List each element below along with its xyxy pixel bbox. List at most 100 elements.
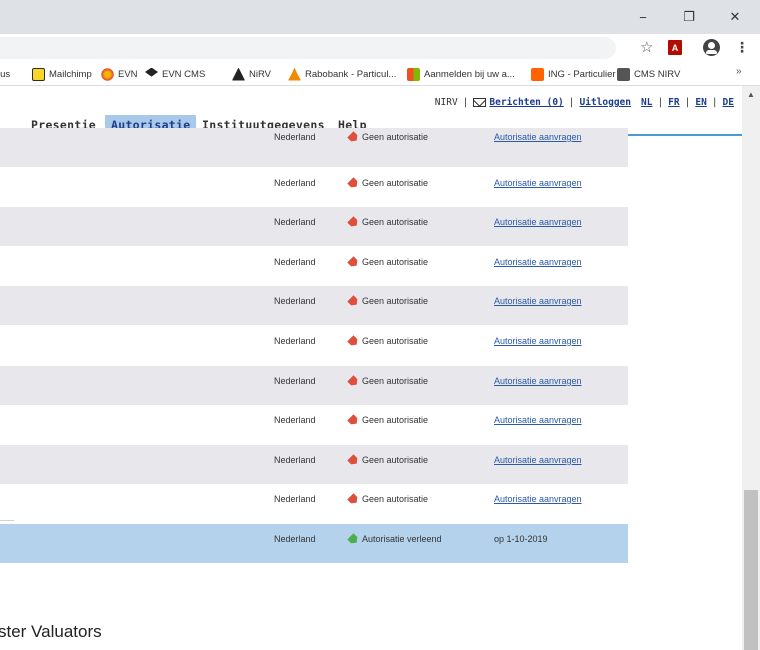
address-bar[interactable] <box>0 37 616 59</box>
top-links: NIRV | Berichten (0) | Uitloggen NL | FR… <box>434 97 734 108</box>
messages-link[interactable]: Berichten (0) <box>489 97 563 108</box>
bookmark-label: Aanmelden bij uw a... <box>424 68 515 80</box>
tag-icon <box>347 295 360 308</box>
pdf-extension-icon[interactable]: A <box>668 40 682 55</box>
status-cell: Geen autorisatie <box>349 257 428 267</box>
status-label: Geen autorisatie <box>362 376 429 386</box>
browser-menu-icon[interactable]: ⋮ <box>735 39 749 55</box>
bookmark-item[interactable]: Rabobank - Particul... <box>288 66 396 82</box>
tag-icon <box>347 256 360 269</box>
scroll-up-arrow-icon[interactable]: ▲ <box>742 86 760 102</box>
tag-icon <box>347 131 360 144</box>
footer-heading: ster Valuators <box>0 622 102 641</box>
status-cell: Autorisatie verleend <box>349 534 442 544</box>
table-row[interactable]: Nederland Geen autorisatie Autorisatie aan… <box>0 326 628 365</box>
account-icon[interactable] <box>703 39 720 56</box>
status-label: Geen autorisatie <box>362 257 429 267</box>
bookmark-item[interactable]: EVN CMS <box>145 66 205 82</box>
request-authorization-link[interactable]: Autorisatie aanvragen <box>494 494 582 504</box>
close-button[interactable]: ✕ <box>712 0 758 34</box>
envelope-icon <box>473 98 487 107</box>
tag-icon <box>347 375 360 388</box>
tag-icon <box>347 454 360 467</box>
table-row[interactable]: Nederland Geen autorisatie Autorisatie aan… <box>0 405 628 444</box>
status-cell: Geen autorisatie <box>349 132 428 142</box>
tag-icon <box>347 177 360 190</box>
request-authorization-link[interactable]: Autorisatie aanvragen <box>494 217 582 227</box>
status-label: Autorisatie verleend <box>362 534 442 544</box>
tag-icon <box>347 216 360 229</box>
bookmark-label: ING - Particulier <box>548 68 616 80</box>
status-cell: Geen autorisatie <box>349 296 428 306</box>
logout-link[interactable]: Uitloggen <box>580 97 631 108</box>
vertical-scrollbar[interactable]: ▲ <box>742 86 760 650</box>
request-authorization-link[interactable]: Autorisatie aanvragen <box>494 415 582 425</box>
page-content: NIRV | Berichten (0) | Uitloggen NL | FR… <box>0 86 742 650</box>
request-authorization-link[interactable]: Autorisatie aanvragen <box>494 336 582 346</box>
minimize-button[interactable]: − <box>620 0 666 34</box>
country-cell: Nederland <box>274 257 316 267</box>
table-row[interactable]: Nederland Autorisatie verleend op 1-10-201… <box>0 524 628 563</box>
country-cell: Nederland <box>274 296 316 306</box>
browser-window: − ❐ ✕ ☆ A ⋮ lus Mailchimp EVN EVN CMS NiRV Ra… <box>0 0 760 650</box>
request-authorization-link[interactable]: Autorisatie aanvragen <box>494 296 582 306</box>
status-label: Geen autorisatie <box>362 494 429 504</box>
status-cell: Geen autorisatie <box>349 178 428 188</box>
table-row[interactable]: Nederland Geen autorisatie Autorisatie aan… <box>0 286 628 325</box>
country-cell: Nederland <box>274 336 316 346</box>
request-authorization-link[interactable]: Autorisatie aanvragen <box>494 178 582 188</box>
globe-icon <box>617 67 630 81</box>
country-cell: Nederland <box>274 534 316 544</box>
status-label: Geen autorisatie <box>362 415 429 425</box>
lang-nl-link[interactable]: NL <box>641 97 652 108</box>
bookmark-label: Mailchimp <box>49 68 92 80</box>
table-row[interactable]: Nederland Geen autorisatie Autorisatie aan… <box>0 247 628 286</box>
status-label: Geen autorisatie <box>362 217 429 227</box>
country-cell: Nederland <box>274 494 316 504</box>
bookmark-item[interactable]: NiRV <box>232 66 271 82</box>
status-cell: Geen autorisatie <box>349 455 428 465</box>
bookmark-item[interactable]: Aanmelden bij uw a... <box>407 66 515 82</box>
bookmark-label: lus <box>0 68 11 80</box>
bookmark-star-icon[interactable]: ☆ <box>640 39 653 57</box>
table-row[interactable]: Nederland Geen autorisatie Autorisatie aan… <box>0 128 628 167</box>
mailchimp-icon <box>32 67 45 81</box>
row-divider <box>0 520 14 521</box>
request-authorization-link[interactable]: Autorisatie aanvragen <box>494 455 582 465</box>
table-row[interactable]: Nederland Geen autorisatie Autorisatie aan… <box>0 207 628 246</box>
status-cell: Geen autorisatie <box>349 336 428 346</box>
country-cell: Nederland <box>274 178 316 188</box>
lang-en-link[interactable]: EN <box>695 97 706 108</box>
bookmark-label: EVN <box>118 68 138 80</box>
table-row[interactable]: Nederland Geen autorisatie Autorisatie aan… <box>0 168 628 207</box>
bookmarks-overflow-icon[interactable]: » <box>736 66 742 77</box>
table-row[interactable]: Nederland Geen autorisatie Autorisatie aan… <box>0 484 628 523</box>
status-label: Geen autorisatie <box>362 336 429 346</box>
ing-icon <box>531 67 544 81</box>
lang-fr-link[interactable]: FR <box>668 97 679 108</box>
title-bar: − ❐ ✕ <box>0 0 760 34</box>
bookmarks-bar: lus Mailchimp EVN EVN CMS NiRV Rabobank - Par… <box>0 62 760 86</box>
request-authorization-link[interactable]: Autorisatie aanvragen <box>494 257 582 267</box>
bookmark-label: CMS NIRV <box>634 68 681 80</box>
bookmark-item[interactable]: Mailchimp <box>32 66 92 82</box>
bookmark-item[interactable]: CMS NIRV <box>617 66 680 82</box>
request-authorization-link[interactable]: Autorisatie aanvragen <box>494 132 582 142</box>
bookmark-item[interactable]: lus <box>0 66 10 82</box>
scroll-thumb[interactable] <box>744 490 758 650</box>
bookmark-item[interactable]: ING - Particulier <box>531 66 616 82</box>
evn-icon <box>101 67 114 81</box>
granted-date: op 1-10-2019 <box>494 534 548 544</box>
request-authorization-link[interactable]: Autorisatie aanvragen <box>494 376 582 386</box>
table-row[interactable]: Nederland Geen autorisatie Autorisatie aan… <box>0 366 628 405</box>
table-row[interactable]: Nederland Geen autorisatie Autorisatie aan… <box>0 445 628 484</box>
graduation-cap-icon <box>145 67 158 77</box>
maximize-button[interactable]: ❐ <box>666 0 712 34</box>
status-cell: Geen autorisatie <box>349 376 428 386</box>
tag-icon <box>347 335 360 348</box>
country-cell: Nederland <box>274 415 316 425</box>
rabobank-icon <box>288 67 301 81</box>
bookmark-item[interactable]: EVN <box>101 66 138 82</box>
tag-icon <box>347 533 360 546</box>
lang-de-link[interactable]: DE <box>723 97 734 108</box>
